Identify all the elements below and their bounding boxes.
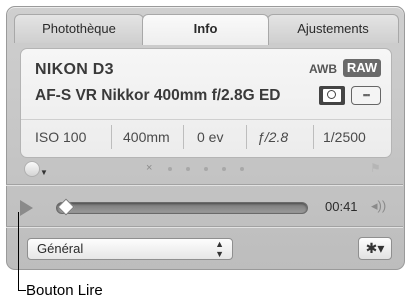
playback-scrubber[interactable] xyxy=(56,202,308,214)
preset-popup[interactable]: Général ▲ ▼ xyxy=(27,238,233,260)
preset-selected-label: Général xyxy=(37,241,84,256)
callout-label: Bouton Lire xyxy=(26,282,103,299)
af-points-icon: ▪▪▪ xyxy=(351,86,381,105)
tab-bar: Photothèque Ajustements Info xyxy=(14,14,399,45)
playback-time: 00:41 xyxy=(325,199,358,214)
divider xyxy=(6,184,403,186)
volume-icon[interactable]: ◂)) xyxy=(371,198,386,214)
chevron-down-icon: ▼ xyxy=(40,168,48,177)
lens-model: AF-S VR Nikkor 400mm f/2.8G ED xyxy=(35,87,281,104)
metering-icon xyxy=(319,86,345,105)
awb-label: AWB xyxy=(309,62,337,76)
exif-exposure-bias: 0 ev xyxy=(197,129,224,145)
rating-star-3[interactable] xyxy=(204,167,208,171)
rating-star-1[interactable] xyxy=(168,167,172,171)
callout-line xyxy=(18,212,19,290)
rating-star-4[interactable] xyxy=(222,167,226,171)
tab-info[interactable]: Info xyxy=(142,14,269,45)
reject-button[interactable]: × xyxy=(146,162,152,174)
callout-line xyxy=(18,290,26,291)
rating-row: ▼ × ⚑ xyxy=(20,158,390,180)
raw-badge: RAW xyxy=(343,59,381,77)
exif-iso: ISO 100 xyxy=(35,129,87,145)
exif-row: ISO 100 400mm 0 ev ƒ/2.8 1/2500 xyxy=(21,121,391,153)
exif-shutter-speed: 1/2500 xyxy=(323,129,366,145)
popup-arrows-icon: ▲ ▼ xyxy=(215,239,224,259)
rating-star-5[interactable] xyxy=(240,167,244,171)
play-icon[interactable] xyxy=(20,200,33,216)
tab-ajustements[interactable]: Ajustements xyxy=(267,14,399,43)
rating-star-2[interactable] xyxy=(186,167,190,171)
divider xyxy=(21,119,391,120)
color-label-button[interactable] xyxy=(24,161,40,177)
exif-aperture: ƒ/2.8 xyxy=(257,129,289,145)
camera-model: NIKON D3 xyxy=(35,61,114,78)
tab-phototheque[interactable]: Photothèque xyxy=(14,14,144,43)
metadata-box: NIKON D3 AF-S VR Nikkor 400mm f/2.8G ED … xyxy=(20,48,392,158)
flag-icon[interactable]: ⚑ xyxy=(370,161,381,175)
gear-icon[interactable]: ✱▾ xyxy=(358,237,392,260)
divider xyxy=(6,226,403,228)
exif-focal-length: 400mm xyxy=(123,129,170,145)
